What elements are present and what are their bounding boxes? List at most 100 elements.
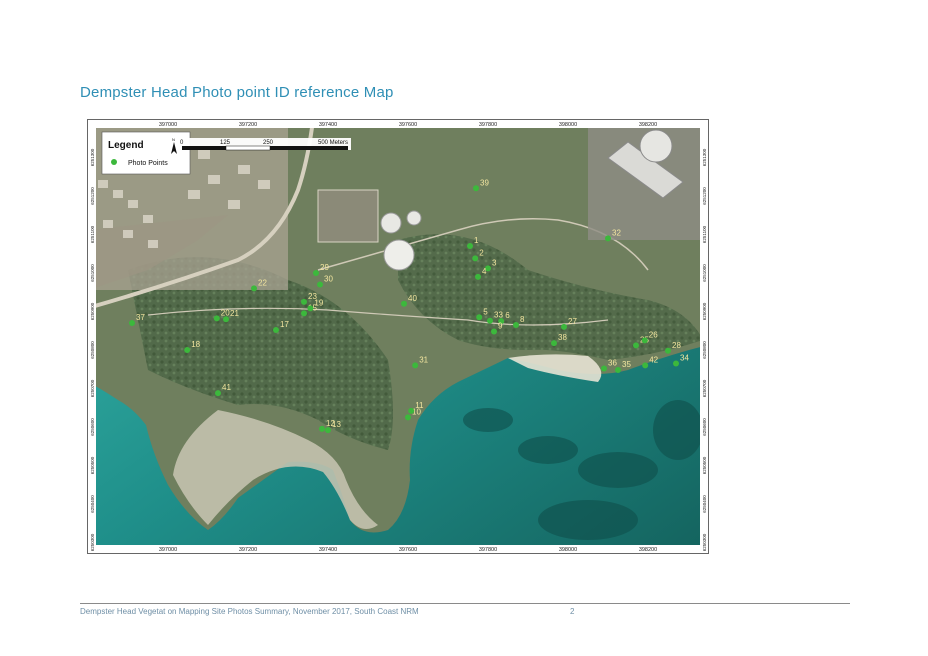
easting-tick-label: 398000 [559,547,577,553]
photo-point-label: 40 [408,294,417,303]
photo-point-label: 36 [608,358,617,367]
northing-tick-label: 6250300 [702,533,707,551]
photo-point-label: 42 [649,355,658,364]
photo-point-marker [487,317,493,324]
photo-point-marker [412,362,419,369]
northing-tick-label: 6251300 [90,148,95,166]
photo-point-marker [551,340,557,347]
photo-point-marker [605,235,611,242]
legend-point-symbol [111,159,117,165]
easting-tick-label: 398200 [639,122,657,128]
photo-point-label: 18 [191,340,200,349]
photo-point-label: 17 [280,320,289,329]
easting-tick-label: 397200 [239,122,257,128]
photo-point-label: 26 [649,330,658,339]
north-arrow-label: N [172,137,175,142]
photo-point-label: 2 [479,248,484,257]
northing-tick-label: 6250400 [90,495,95,513]
aerial-map: 397000 397200 397400 397600 397800 398000 3982… [87,119,709,554]
photo-point-marker [601,365,607,372]
scale-label: 250 [263,140,274,146]
industrial-tank [639,129,673,163]
photo-point-marker [319,425,325,432]
photo-point-marker [325,427,331,434]
northing-tick-label: 6250500 [90,456,95,474]
photo-point-label: 31 [419,355,428,364]
photo-point-marker [307,305,314,312]
photo-point-marker [301,298,307,305]
photo-point-label: 21 [230,309,239,318]
northing-tick-label: 6251200 [90,187,95,205]
photo-point-label: 28 [672,341,681,350]
photo-point-label: 38 [558,333,567,342]
photo-point-marker [408,407,415,414]
photo-point-marker [633,342,639,349]
photo-point-marker [301,310,307,317]
photo-point-marker [673,360,679,367]
easting-tick-label: 398200 [639,547,657,553]
easting-tick-label: 397400 [319,122,337,128]
northing-tick-label: 6251000 [90,264,95,282]
scale-label: 500 Meters [318,140,348,146]
photo-point-label: 27 [568,317,577,326]
photo-point-label: 37 [136,313,145,322]
photo-point-label: 9 [498,322,503,331]
photo-point-marker [313,270,319,276]
photo-point-marker [223,316,229,323]
northing-tick-label: 6251200 [702,187,707,205]
photo-point-label: 13 [332,420,341,429]
map-border [88,120,96,553]
footer-text: Dempster Head Vegetat on Mapping Site Ph… [80,607,419,616]
northing-tick-label: 6250500 [702,456,707,474]
photo-point-label: 34 [680,353,689,362]
page-title: Dempster Head Photo point ID reference M… [80,84,394,101]
easting-tick-label: 397600 [399,547,417,553]
photo-point-marker [476,314,483,321]
photo-point-label: 39 [480,178,489,187]
northing-tick-label: 6250400 [702,495,707,513]
northing-tick-label: 6251100 [90,225,95,243]
photo-point-label: 8 [520,315,525,324]
photo-point-marker [401,300,407,307]
easting-tick-label: 397000 [159,122,177,128]
easting-tick-label: 397200 [239,547,257,553]
photo-point-label: 1 [474,236,479,245]
photo-point-marker [491,328,497,335]
photo-point-marker [467,243,473,250]
footer-rule [80,603,850,604]
scale-label: 125 [220,140,231,146]
northing-tick-label: 6250900 [90,302,95,320]
northing-tick-label: 6250600 [90,418,95,436]
photo-point-label: 11 [415,401,424,410]
easting-tick-label: 397800 [479,547,497,553]
photo-point-label: 41 [222,383,231,392]
photo-point-label: 33 [494,311,503,320]
photo-point-label: 30 [324,275,333,284]
photo-point-label: 32 [612,228,621,237]
northing-tick-label: 6250800 [90,341,95,359]
fenced-compound [317,189,379,243]
legend-title: Legend [108,140,144,151]
northing-tick-label: 6250600 [702,418,707,436]
easting-tick-label: 397800 [479,122,497,128]
photo-point-marker [215,390,221,397]
photo-point-label: 35 [622,360,631,369]
water-tank [406,210,422,226]
easting-tick-label: 397400 [319,547,337,553]
photo-point-marker [129,320,135,327]
photo-point-marker [251,285,257,292]
water-tank [380,212,402,234]
map-canvas: 397000 397200 397400 397600 397800 398000 3982… [88,120,708,553]
easting-tick-label: 397000 [159,547,177,553]
photo-point-marker [475,273,481,280]
photo-point-marker [513,321,519,328]
photo-point-label: 6 [505,311,510,320]
photo-point-marker [665,347,671,354]
northing-tick-label: 6251000 [702,264,707,282]
photo-point-label: 4 [482,267,487,276]
photo-point-marker [561,323,567,330]
photo-point-label: 23 [308,292,317,301]
photo-point-marker [472,255,479,262]
northing-tick-label: 6250800 [702,341,707,359]
northing-tick-label: 6250900 [702,302,707,320]
